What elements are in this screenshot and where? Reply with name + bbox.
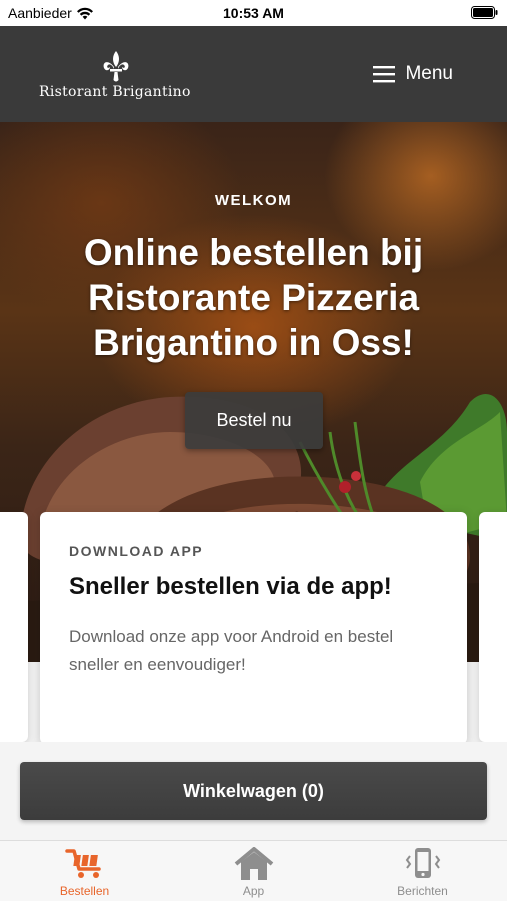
- card-eyebrow: DOWNLOAD APP: [69, 543, 204, 559]
- phone-vibrate-icon: [405, 848, 440, 878]
- next-card[interactable]: [479, 512, 507, 742]
- fleur-de-lis-icon: [103, 51, 129, 82]
- tab-bestellen[interactable]: Bestellen: [0, 841, 169, 901]
- restaurant-logo[interactable]: Ristorant Brigantino: [36, 50, 196, 110]
- cart-button[interactable]: Winkelwagen (0): [20, 762, 487, 820]
- tab-bar: Bestellen App Berichten: [0, 840, 507, 901]
- download-app-card[interactable]: DOWNLOAD APP Sneller bestellen via de ap…: [40, 512, 467, 744]
- tab-app[interactable]: App: [169, 841, 338, 901]
- card-title: Sneller bestellen via de app!: [69, 573, 392, 600]
- status-bar: Aanbieder 10:53 AM: [0, 0, 507, 26]
- battery-icon: [471, 6, 498, 19]
- tab-label: Berichten: [397, 884, 448, 898]
- menu-button[interactable]: Menu: [373, 63, 453, 85]
- tab-berichten[interactable]: Berichten: [338, 841, 507, 901]
- previous-card[interactable]: [0, 512, 28, 742]
- tab-label: App: [242, 884, 265, 898]
- promo-carousel[interactable]: DOWNLOAD APP Sneller bestellen via de ap…: [0, 512, 507, 752]
- menu-label: Menu: [405, 63, 453, 84]
- card-body: Download onze app voor Android en bestel…: [69, 627, 394, 674]
- app-header: Ristorant Brigantino Menu: [0, 26, 507, 122]
- cart-icon: [64, 849, 101, 878]
- clock: 10:53 AM: [223, 5, 284, 21]
- hero-headline: Online bestellen bij Ristorante Pizzeria…: [83, 232, 424, 363]
- logo-text: Ristorant Brigantino: [39, 84, 191, 100]
- home-icon: [234, 847, 273, 880]
- cart-bar: Winkelwagen (0): [0, 742, 507, 840]
- hero-eyebrow: WELKOM: [214, 192, 293, 209]
- hamburger-icon: [373, 66, 396, 83]
- order-now-button[interactable]: Bestel nu: [185, 392, 323, 449]
- tab-label: Bestellen: [59, 884, 110, 898]
